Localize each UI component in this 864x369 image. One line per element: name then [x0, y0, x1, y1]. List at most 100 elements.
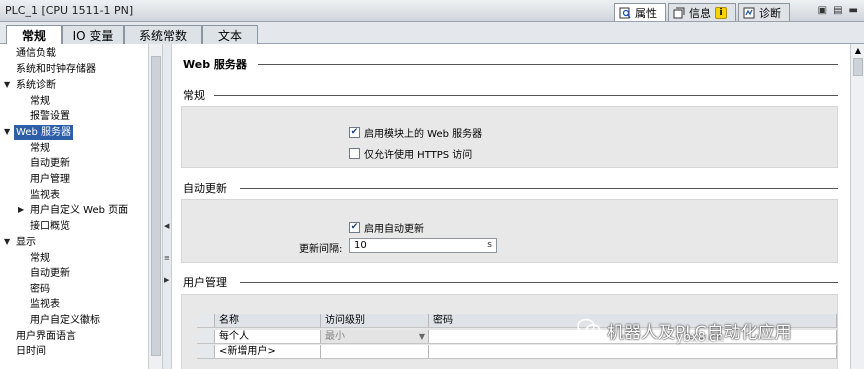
- content-scrollbar-thumb[interactable]: [853, 58, 863, 76]
- https-only-label: 仅允许使用 HTTPS 访问: [364, 150, 473, 161]
- page-title: Web 服务器: [183, 58, 247, 71]
- nav-item-time-of-day[interactable]: 日时间: [16, 344, 46, 359]
- nav-item-user-logo[interactable]: 用户自定义徽标: [30, 313, 100, 328]
- tab-info[interactable]: 信息 i: [668, 3, 736, 21]
- nav-item-display-watch-tables[interactable]: 监视表: [30, 297, 60, 312]
- checkbox-unchecked-icon: [349, 148, 360, 159]
- row-header[interactable]: [197, 330, 215, 344]
- tab-diagnostics-label: 诊断: [759, 6, 781, 20]
- minimize-icon[interactable]: ▬: [849, 5, 858, 16]
- menu-icon[interactable]: ▤: [833, 5, 842, 16]
- enable-web-server-label: 启用模块上的 Web 服务器: [364, 129, 483, 140]
- update-interval-label: 更新间隔:: [299, 244, 343, 255]
- section-title-general: 常规: [183, 89, 205, 102]
- nav-item-label: Web 服务器: [16, 127, 71, 138]
- https-only-checkbox[interactable]: 仅允许使用 HTTPS 访问: [349, 146, 472, 161]
- nav-item-label: 系统和时钟存储器: [16, 64, 96, 75]
- cell-user-name[interactable]: 每个人: [215, 330, 321, 344]
- window-title: PLC_1 [CPU 1511-1 PN]: [5, 4, 134, 17]
- nav-item-display-auto-update[interactable]: 自动更新: [30, 266, 70, 281]
- info-icon: [673, 7, 685, 19]
- update-interval-unit: s: [487, 240, 492, 250]
- access-level-value: 最小: [325, 331, 345, 342]
- window-controls: ▣ ▤ ▬: [818, 5, 858, 16]
- nav-item-label: 通信负载: [16, 48, 56, 59]
- collapse-left-icon[interactable]: ◀: [164, 222, 169, 230]
- tab-io-tags[interactable]: IO 变量: [62, 25, 124, 44]
- nav-item-system-clock-memory[interactable]: 系统和时钟存储器: [16, 62, 96, 77]
- wechat-logo-icon: [577, 318, 601, 343]
- nav-item-web-auto-update[interactable]: 自动更新: [30, 156, 70, 171]
- nav-item-label: 用户自定义徽标: [30, 315, 100, 326]
- nav-item-comm-load[interactable]: 通信负载: [16, 46, 56, 61]
- collapsed-arrow-icon[interactable]: ▶: [18, 205, 24, 214]
- update-interval-input[interactable]: 10 s: [349, 238, 497, 253]
- nav-item-label: 常规: [30, 253, 50, 264]
- cell-password[interactable]: [429, 345, 837, 359]
- tab-system-constants[interactable]: 系统常数: [124, 25, 202, 44]
- checkbox-checked-icon: ✔: [349, 127, 360, 138]
- content-scrollbar[interactable]: ▲: [850, 44, 864, 369]
- nav-item-watch-tables[interactable]: 监视表: [30, 188, 60, 203]
- nav-item-label: 用户界面语言: [16, 331, 76, 342]
- enable-auto-update-checkbox[interactable]: ✔ 启用自动更新: [349, 220, 424, 235]
- column-header-access-level[interactable]: 访问级别: [321, 314, 429, 328]
- nav-item-display[interactable]: 显示: [16, 235, 36, 250]
- expanded-arrow-icon[interactable]: ▼: [4, 237, 10, 246]
- nav-item-alarm-settings[interactable]: 报警设置: [30, 109, 70, 124]
- scroll-up-icon[interactable]: ▲: [853, 46, 863, 56]
- divider: [240, 188, 838, 189]
- nav-item-label: 接口概览: [30, 221, 70, 232]
- tab-texts-label: 文本: [217, 28, 242, 43]
- divider: [214, 95, 838, 96]
- panel-splitter[interactable]: ◀ ≡ ▶: [162, 44, 172, 369]
- nav-item-label: 显示: [16, 237, 36, 248]
- row-header: [197, 314, 215, 328]
- tab-general-label: 常规: [21, 29, 46, 43]
- row-header[interactable]: [197, 345, 215, 359]
- nav-item-web-general[interactable]: 常规: [30, 141, 50, 156]
- tab-io-tags-label: IO 变量: [72, 28, 114, 43]
- restore-icon[interactable]: ▣: [818, 5, 827, 16]
- chevron-down-icon[interactable]: ▼: [419, 330, 425, 343]
- update-interval-value: 10: [354, 240, 367, 251]
- cell-add-new-user[interactable]: <新增用户>: [215, 345, 321, 359]
- expanded-arrow-icon[interactable]: ▼: [4, 127, 10, 136]
- nav-scrollbar-thumb[interactable]: [151, 56, 161, 356]
- nav-item-display-general[interactable]: 常规: [30, 251, 50, 266]
- nav-scrollbar[interactable]: [148, 44, 162, 369]
- nav-item-label: 常规: [30, 96, 50, 107]
- nav-item-label: 系统诊断: [16, 80, 56, 91]
- nav-tree: 通信负载 系统和时钟存储器 ▼ 系统诊断 常规 报警设置 ▼ Web 服务器 常…: [0, 44, 148, 369]
- tab-texts[interactable]: 文本: [202, 25, 258, 44]
- tab-diagnostics[interactable]: 诊断: [738, 3, 790, 21]
- access-level-select[interactable]: 最小 ▼: [321, 330, 429, 344]
- section-title-auto-update: 自动更新: [183, 182, 227, 195]
- inspector-tabs: 属性 信息 i 诊断: [614, 3, 790, 22]
- divider: [240, 282, 838, 283]
- nav-item-web-server[interactable]: Web 服务器: [14, 125, 73, 140]
- nav-item-ui-language[interactable]: 用户界面语言: [16, 329, 76, 344]
- tab-properties[interactable]: 属性: [614, 3, 666, 21]
- collapse-right-icon[interactable]: ▶: [164, 276, 169, 284]
- nav-item-label: 监视表: [30, 299, 60, 310]
- cell-access-level[interactable]: [321, 345, 429, 359]
- nav-item-label: 自动更新: [30, 268, 70, 279]
- nav-item-diag-general[interactable]: 常规: [30, 94, 50, 109]
- nav-item-user-web-pages[interactable]: 用户自定义 Web 页面: [30, 203, 128, 218]
- divider: [258, 64, 838, 65]
- nav-item-system-diagnostics[interactable]: 系统诊断: [16, 78, 56, 93]
- table-row[interactable]: <新增用户>: [197, 345, 837, 359]
- nav-item-label: 报警设置: [30, 111, 70, 122]
- diagnostics-icon: [743, 7, 755, 19]
- expanded-arrow-icon[interactable]: ▼: [4, 80, 10, 89]
- nav-item-interface-overview[interactable]: 接口概览: [30, 219, 70, 234]
- column-header-name[interactable]: 名称: [215, 314, 321, 328]
- nav-item-user-management[interactable]: 用户管理: [30, 172, 70, 187]
- property-tabbar: 常规 IO 变量 系统常数 文本: [0, 22, 864, 45]
- nav-item-label: 用户自定义 Web 页面: [30, 205, 129, 216]
- enable-web-server-checkbox[interactable]: ✔ 启用模块上的 Web 服务器: [349, 125, 482, 140]
- nav-item-label: 自动更新: [30, 158, 70, 169]
- tab-general[interactable]: 常规: [6, 25, 62, 45]
- nav-item-password[interactable]: 密码: [30, 282, 50, 297]
